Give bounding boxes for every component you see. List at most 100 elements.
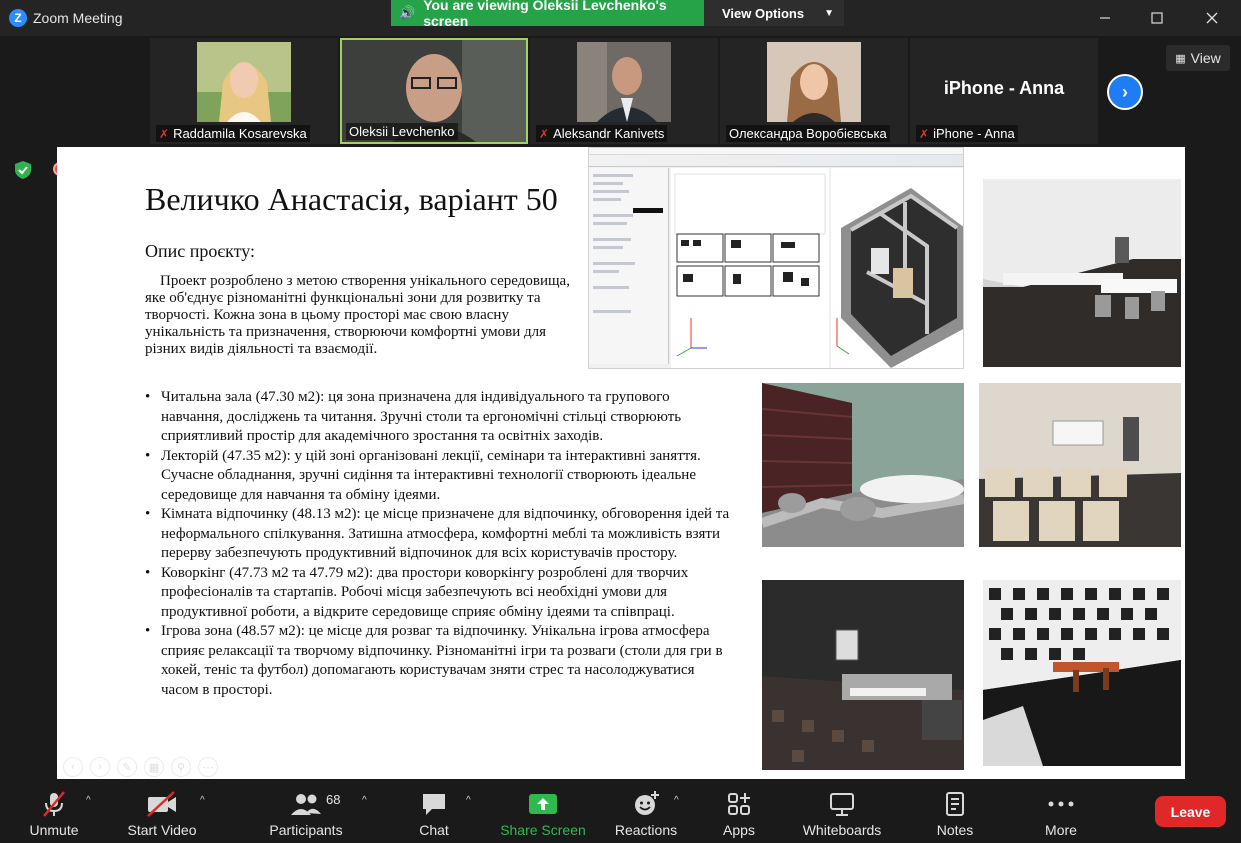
participant-tile[interactable]: iPhone - Anna ✗ iPhone - Anna	[910, 38, 1098, 144]
zoom-meeting-window: Z Zoom Meeting 🔊 You are viewing Oleksii…	[0, 0, 1241, 843]
description-heading: Опис проєкту:	[145, 241, 256, 261]
participants-options-caret-icon[interactable]: ^	[362, 795, 367, 806]
participant-video	[767, 42, 861, 122]
participant-name: ✗ iPhone - Anna	[916, 125, 1018, 142]
render-image-lounge	[762, 580, 964, 770]
zoom-logo-icon: Z	[9, 9, 27, 27]
share-screen-label: Share Screen	[500, 822, 586, 838]
maximize-button[interactable]	[1134, 0, 1180, 36]
list-item: Ігрова зона (48.57 м2): це місце для роз…	[145, 622, 735, 700]
start-video-button[interactable]: Start Video	[124, 781, 200, 843]
participants-count: 68	[326, 792, 341, 807]
slide-title: Величко Анастасія, варіант 50	[145, 181, 558, 217]
share-screen-icon	[528, 789, 558, 819]
participant-tile-active-speaker[interactable]: Oleksii Levchenko	[340, 38, 528, 144]
next-slide-icon[interactable]: ›	[90, 757, 110, 777]
participant-name: ✗ Aleksandr Kanivets	[536, 125, 668, 142]
mic-muted-icon: ✗	[919, 126, 930, 141]
chevron-right-icon: ›	[1122, 81, 1128, 102]
grid-icon: ▦	[1175, 52, 1186, 65]
maximize-icon	[1151, 12, 1163, 24]
next-participants-button[interactable]: ›	[1107, 74, 1143, 110]
minimize-button[interactable]	[1082, 0, 1128, 36]
reactions-button[interactable]: Reactions	[614, 781, 678, 843]
more-options-icon[interactable]: ⋯	[198, 757, 218, 777]
list-item: Кімната відпочинку (48.13 м2): це місце …	[145, 505, 735, 564]
share-screen-button[interactable]: Share Screen	[500, 781, 586, 843]
close-icon	[1206, 12, 1218, 24]
shared-screen-slide: Величко Анастасія, варіант 50 Опис проєк…	[57, 147, 1185, 779]
audio-options-caret-icon[interactable]: ^	[86, 795, 91, 806]
participant-video	[197, 42, 291, 122]
view-options-label: View Options	[722, 5, 805, 21]
render-image-lecture-hall	[979, 383, 1181, 547]
participant-name: Олександра Воробієвська	[726, 125, 890, 142]
zoom-icon[interactable]: ⚲	[171, 757, 191, 777]
participant-strip: ✗ Raddamila Kosarevska Oleksii Levchenko	[150, 38, 1100, 144]
more-icon	[1047, 789, 1075, 819]
notes-button[interactable]: Notes	[932, 781, 978, 843]
description-text: Проект розроблено з метою створення унік…	[145, 273, 570, 357]
reactions-icon	[632, 789, 660, 819]
mic-muted-icon	[40, 789, 68, 819]
slides-grid-icon[interactable]: ▦	[144, 757, 164, 777]
speaker-icon: 🔊	[399, 5, 416, 20]
cad-screenshot-image	[588, 147, 964, 369]
more-button[interactable]: More	[1040, 781, 1082, 843]
view-button[interactable]: ▦ View	[1166, 45, 1230, 71]
previous-slide-icon[interactable]: ‹	[63, 757, 83, 777]
participant-tile[interactable]: ✗ Raddamila Kosarevska	[150, 38, 338, 144]
participant-avatar-label: iPhone - Anna	[943, 78, 1065, 98]
notes-label: Notes	[936, 822, 974, 838]
mic-muted-icon: ✗	[539, 126, 550, 141]
whiteboard-icon	[828, 789, 856, 819]
mic-muted-icon: ✗	[159, 126, 170, 141]
render-image-game-zone	[983, 580, 1181, 766]
more-label: More	[1045, 822, 1077, 838]
participant-name: Oleksii Levchenko	[346, 123, 458, 140]
chevron-down-icon: ▼	[824, 7, 835, 19]
video-off-icon	[146, 789, 178, 819]
participant-video	[577, 42, 671, 122]
start-video-label: Start Video	[127, 822, 197, 838]
reactions-label: Reactions	[614, 822, 678, 838]
view-button-label: View	[1190, 50, 1221, 66]
zones-list: Читальна зала (47.30 м2): ця зона призна…	[145, 388, 735, 700]
encryption-shield-icon[interactable]	[14, 160, 34, 180]
participant-tile[interactable]: ✗ Aleksandr Kanivets	[530, 38, 718, 144]
list-item: Читальна зала (47.30 м2): ця зона призна…	[145, 388, 735, 447]
apps-button[interactable]: Apps	[718, 781, 760, 843]
screen-share-banner-text: You are viewing Oleksii Levchenko's scre…	[423, 0, 667, 29]
chat-options-caret-icon[interactable]: ^	[466, 795, 471, 806]
leave-button[interactable]: Leave	[1155, 796, 1226, 827]
apps-label: Apps	[723, 822, 755, 838]
participants-icon	[290, 789, 322, 819]
window-title: Zoom Meeting	[33, 10, 123, 26]
screen-share-banner: 🔊 You are viewing Oleksii Levchenko's sc…	[391, 0, 704, 29]
apps-icon	[726, 789, 752, 819]
view-options-button[interactable]: View Options ▼	[704, 0, 844, 26]
notes-icon	[943, 789, 967, 819]
list-item: Коворкінг (47.73 м2 та 47.79 м2): два пр…	[145, 564, 735, 623]
unmute-button[interactable]: Unmute	[24, 781, 84, 843]
participant-name: ✗ Raddamila Kosarevska	[156, 125, 310, 142]
render-image-reading-room	[762, 383, 964, 547]
unmute-label: Unmute	[29, 822, 79, 838]
pen-icon[interactable]: ✎	[117, 757, 137, 777]
render-image-office	[983, 179, 1181, 367]
chat-label: Chat	[419, 822, 449, 838]
chat-icon	[420, 789, 448, 819]
close-button[interactable]	[1189, 0, 1235, 36]
whiteboards-button[interactable]: Whiteboards	[798, 781, 886, 843]
reactions-options-caret-icon[interactable]: ^	[674, 795, 679, 806]
minimize-icon	[1100, 17, 1110, 19]
video-options-caret-icon[interactable]: ^	[200, 795, 205, 806]
participants-label: Participants	[269, 822, 343, 838]
leave-label: Leave	[1170, 803, 1211, 820]
chat-button[interactable]: Chat	[412, 781, 456, 843]
list-item: Лекторій (47.35 м2): у цій зоні організо…	[145, 447, 735, 506]
participant-tile[interactable]: Олександра Воробієвська	[720, 38, 908, 144]
meeting-controls-bar: Unmute ^ Start Video ^ Participants 68 ^…	[0, 781, 1241, 843]
whiteboards-label: Whiteboards	[802, 822, 882, 838]
participants-button[interactable]: Participants	[266, 781, 346, 843]
